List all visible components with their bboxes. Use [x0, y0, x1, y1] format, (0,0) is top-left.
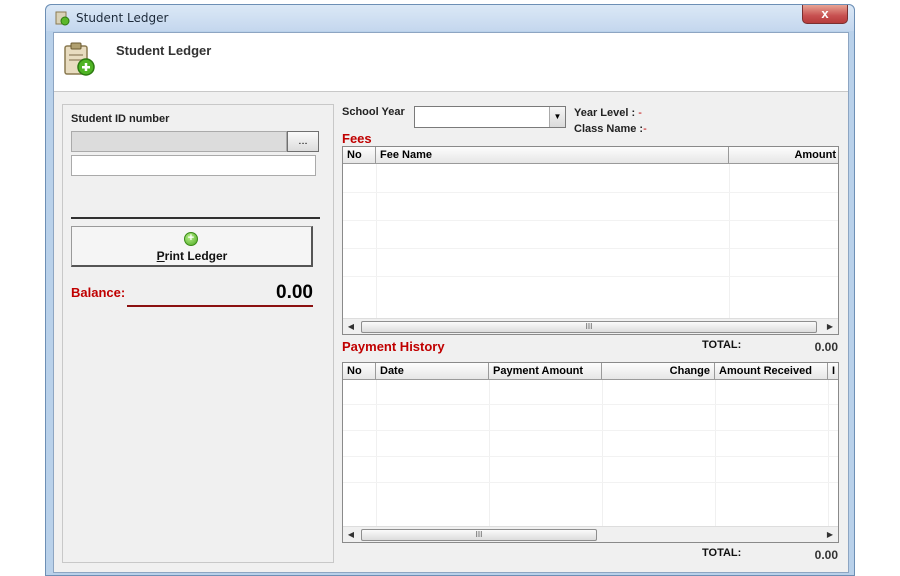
grid-line: [715, 380, 716, 528]
payment-col-payment-amount[interactable]: Payment Amount: [489, 363, 602, 380]
browse-student-button[interactable]: ...: [287, 131, 319, 152]
close-icon: x: [821, 6, 829, 21]
grid-line: [343, 482, 838, 483]
fees-col-no[interactable]: No: [343, 147, 376, 164]
payment-col-no[interactable]: No: [343, 363, 376, 380]
payment-col-date[interactable]: Date: [376, 363, 489, 380]
header-title: Student Ledger: [116, 43, 212, 58]
student-id-label: Student ID number: [71, 113, 170, 125]
scroll-right-icon[interactable]: ▶: [822, 527, 838, 542]
school-year-label: School Year: [342, 106, 405, 118]
title-bar[interactable]: Student Ledger x: [46, 5, 854, 31]
scroll-left-icon[interactable]: ◀: [343, 319, 359, 334]
payment-col-amount-received[interactable]: Amount Received: [715, 363, 828, 380]
balance-value: 0.00: [276, 282, 313, 303]
grid-line: [729, 164, 730, 318]
grid-line: [343, 404, 838, 405]
student-name-field[interactable]: [71, 155, 316, 176]
fees-hscrollbar[interactable]: ◀ III ▶: [343, 318, 838, 334]
fees-col-fee-name[interactable]: Fee Name: [376, 147, 729, 164]
fees-grid[interactable]: No Fee Name Amount ◀ III ▶: [342, 146, 839, 335]
payment-grid-header: No Date Payment Amount Change Amount Rec…: [343, 363, 838, 380]
header-banner: Student Ledger: [54, 33, 848, 92]
grid-line: [343, 220, 838, 221]
payment-history-title: Payment History: [342, 339, 445, 354]
window-title: Student Ledger: [76, 11, 169, 25]
print-ledger-label: Print Ledger: [156, 249, 228, 263]
client-area: Student Ledger Student ID number ... + P…: [53, 32, 849, 573]
payment-total-label: TOTAL:: [702, 547, 742, 559]
app-icon: [55, 11, 70, 26]
grid-line: [343, 276, 838, 277]
grid-line: [376, 164, 377, 318]
scroll-left-icon[interactable]: ◀: [343, 527, 359, 542]
class-name-label: Class Name :-: [574, 123, 647, 135]
clipboard-add-icon: [64, 42, 95, 76]
fees-total-label: TOTAL:: [702, 339, 742, 351]
school-year-select[interactable]: ▼: [414, 106, 566, 128]
student-ledger-window: Student Ledger x Student Ledger Student …: [45, 4, 855, 576]
payment-hscrollbar[interactable]: ◀ III ▶: [343, 526, 838, 542]
fees-grid-header: No Fee Name Amount: [343, 147, 838, 164]
class-name-value: -: [643, 123, 647, 135]
divider: [71, 217, 320, 219]
grid-line: [376, 380, 377, 528]
grid-line: [343, 430, 838, 431]
fees-col-amount[interactable]: Amount: [729, 147, 838, 164]
scroll-right-icon[interactable]: ▶: [822, 319, 838, 334]
payment-scroll-thumb[interactable]: III: [361, 529, 597, 541]
year-level-value: -: [638, 107, 642, 119]
grid-line: [343, 248, 838, 249]
balance-underline: [127, 305, 313, 307]
chevron-down-icon[interactable]: ▼: [549, 107, 565, 127]
grid-line: [602, 380, 603, 528]
student-panel: Student ID number ... + Print Ledger Bal…: [62, 104, 334, 563]
grid-line: [343, 456, 838, 457]
fees-title: Fees: [342, 131, 372, 146]
grid-line: [828, 380, 829, 528]
student-id-field[interactable]: [71, 131, 287, 152]
close-button[interactable]: x: [802, 5, 848, 24]
payment-history-grid[interactable]: No Date Payment Amount Change Amount Rec…: [342, 362, 839, 543]
grid-line: [489, 380, 490, 528]
year-level-label: Year Level : -: [574, 107, 642, 119]
fees-scroll-thumb[interactable]: III: [361, 321, 817, 333]
payment-col-change[interactable]: Change: [602, 363, 715, 380]
fees-total-value: 0.00: [814, 340, 838, 354]
balance-label: Balance:: [71, 285, 126, 300]
plus-circle-icon: +: [184, 232, 198, 246]
print-ledger-button[interactable]: + Print Ledger: [71, 226, 313, 267]
payment-total-value: 0.00: [814, 548, 838, 562]
payment-col-overflow[interactable]: I: [828, 363, 838, 380]
grid-line: [343, 192, 838, 193]
